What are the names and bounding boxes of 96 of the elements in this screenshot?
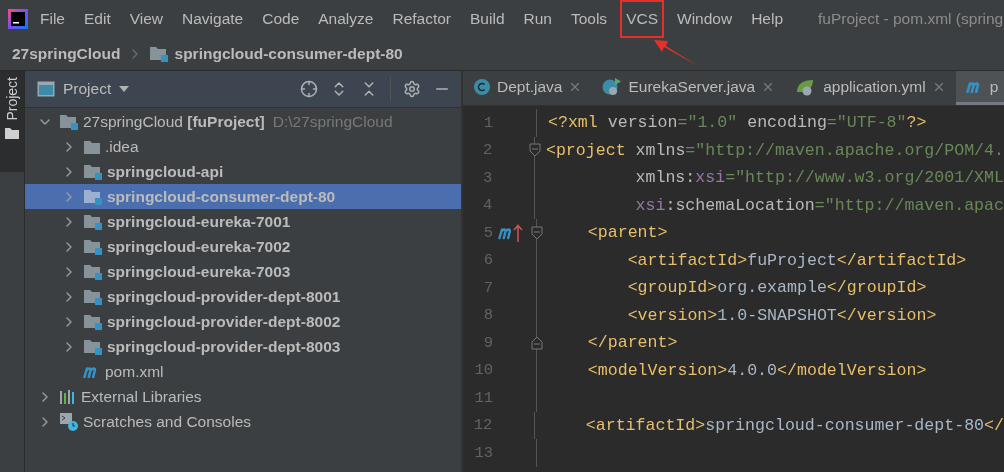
scratches-icon (59, 411, 79, 432)
menu-item[interactable]: Build (464, 0, 511, 38)
breadcrumb-item[interactable]: 27springCloud (12, 44, 121, 63)
tree-item-label: springcloud-api (107, 162, 224, 181)
editor-tab[interactable]: application.yml (785, 71, 956, 105)
tree-item-label: springcloud-provider-dept-8001 (107, 287, 341, 306)
tree-item-label: springcloud-provider-dept-8002 (107, 312, 341, 331)
tree-item[interactable]: springcloud-eureka-7002 (25, 234, 461, 259)
project-tool-tab[interactable]: Project (0, 71, 24, 172)
menu-item[interactable]: File (34, 0, 71, 38)
line-number: 7 (482, 278, 493, 297)
folder-icon (83, 138, 101, 155)
tree-item[interactable]: springcloud-eureka-7003 (25, 259, 461, 284)
tree-item[interactable]: springcloud-provider-dept-8002 (25, 309, 461, 334)
line-number: 4 (481, 196, 493, 215)
tree-item-label: pom.xml (105, 362, 164, 381)
tree-item-label: External Libraries (81, 387, 202, 406)
editor-tab[interactable]: p (955, 71, 1004, 105)
code-line: xmlns:xsi="http://www.w3.org/2001/XML (634, 168, 1004, 188)
tree-item[interactable]: pom.xml (25, 359, 461, 384)
fold-marker-icon[interactable] (531, 225, 543, 240)
tree-item-label: .idea (105, 137, 139, 156)
menu-item[interactable]: Analyze (312, 0, 380, 38)
fold-marker-icon[interactable] (529, 143, 542, 158)
line-number: 6 (482, 251, 493, 270)
window-title: fuProject - pom.xml (spring (818, 9, 1004, 28)
module-folder-icon (83, 312, 103, 331)
menu-item[interactable]: Code (256, 0, 306, 38)
module-folder-icon (83, 262, 103, 281)
module-folder-icon (83, 337, 103, 356)
line-number: 13 (473, 443, 493, 462)
tree-item-label: springcloud-consumer-dept-80 (107, 187, 336, 206)
code-line: xsi:schemaLocation="http://maven.apac (634, 195, 1004, 215)
editor-tab[interactable]: Dept.java (463, 71, 593, 105)
fold-marker-icon[interactable] (531, 335, 543, 350)
dropdown-caret-icon[interactable] (119, 86, 130, 92)
code-line: <parent> (586, 223, 668, 243)
tree-item-label: springcloud-eureka-7002 (107, 237, 291, 256)
module-folder-icon (83, 187, 103, 206)
tree-item-label: 27springCloud [fuProject] (83, 112, 265, 131)
code-line: </parent> (586, 333, 678, 353)
settings-icon[interactable] (403, 80, 421, 98)
code-line: <groupId>org.example</groupId> (626, 278, 927, 298)
module-folder-icon (83, 212, 103, 231)
libraries-icon (59, 388, 77, 405)
locate-icon[interactable] (300, 80, 318, 98)
line-number: 1 (482, 113, 493, 132)
module-folder-icon (83, 287, 103, 306)
menu-item[interactable]: Tools (564, 0, 614, 38)
code-line: <modelVersion>4.0.0</modelVersion> (586, 360, 927, 380)
tree-item-label: springcloud-provider-dept-8003 (107, 337, 341, 356)
panel-title[interactable]: Project (63, 80, 112, 98)
editor-tab[interactable]: EurekaServer.java (592, 71, 786, 105)
tree-item[interactable]: Scratches and Consoles (25, 409, 461, 434)
class-icon (473, 77, 491, 96)
tree-item[interactable]: External Libraries (25, 384, 461, 409)
app-logo-icon (8, 8, 28, 29)
tree-item[interactable]: springcloud-provider-dept-8001 (25, 284, 461, 309)
tree-item[interactable]: springcloud-eureka-7001 (25, 209, 461, 234)
module-folder-icon (148, 44, 169, 63)
menu-item[interactable]: Run (517, 0, 558, 38)
line-number: 11 (473, 388, 493, 407)
tree-item-label: Scratches and Consoles (83, 412, 251, 431)
line-number: 2 (481, 141, 493, 160)
menu-item[interactable]: Window (671, 0, 739, 38)
code-line: <project xmlns="http://maven.apache.org/POM/4. (545, 140, 1004, 160)
line-number: 12 (472, 416, 493, 435)
menu-item[interactable]: View (123, 0, 170, 38)
folder-icon (5, 126, 19, 139)
line-number: 10 (473, 361, 493, 380)
tree-item[interactable]: springcloud-api (25, 159, 461, 184)
menu-item[interactable]: VCS (620, 0, 664, 38)
tree-item-label: springcloud-eureka-7003 (107, 262, 291, 281)
menu-item[interactable]: Edit (78, 0, 117, 38)
module-folder-icon (59, 112, 79, 131)
breadcrumb-item[interactable]: springcloud-consumer-dept-80 (174, 44, 403, 63)
module-folder-icon (83, 162, 103, 181)
line-number: 5 (482, 223, 493, 242)
line-number: 8 (482, 306, 493, 325)
line-number: 3 (481, 168, 493, 187)
menu-item[interactable]: Refactor (386, 0, 458, 38)
tree-item[interactable]: springcloud-provider-dept-8003 (25, 334, 461, 359)
line-number: 9 (482, 333, 493, 352)
project-path: D:\27springCloud (272, 112, 393, 131)
tree-item[interactable]: .idea (25, 134, 461, 159)
code-line: <version>1.0-SNAPSHOT</version> (626, 305, 937, 325)
tree-item[interactable]: 27springCloud [fuProject] D:\27springCloud (25, 109, 461, 134)
code-line: <artifactId>springcloud-consumer-dept-80</ (584, 415, 1004, 435)
menu-item[interactable]: Navigate (176, 0, 250, 38)
module-folder-icon (83, 237, 103, 256)
code-line: <artifactId>fuProject</artifactId> (626, 250, 967, 270)
window-icon (37, 81, 55, 97)
menu-item[interactable]: Help (745, 0, 790, 38)
tree-item-label: springcloud-eureka-7001 (107, 212, 291, 231)
runnable-class-icon (602, 76, 623, 97)
code-line: <?xml version="1.0" encoding="UTF-8"?> (548, 113, 927, 133)
